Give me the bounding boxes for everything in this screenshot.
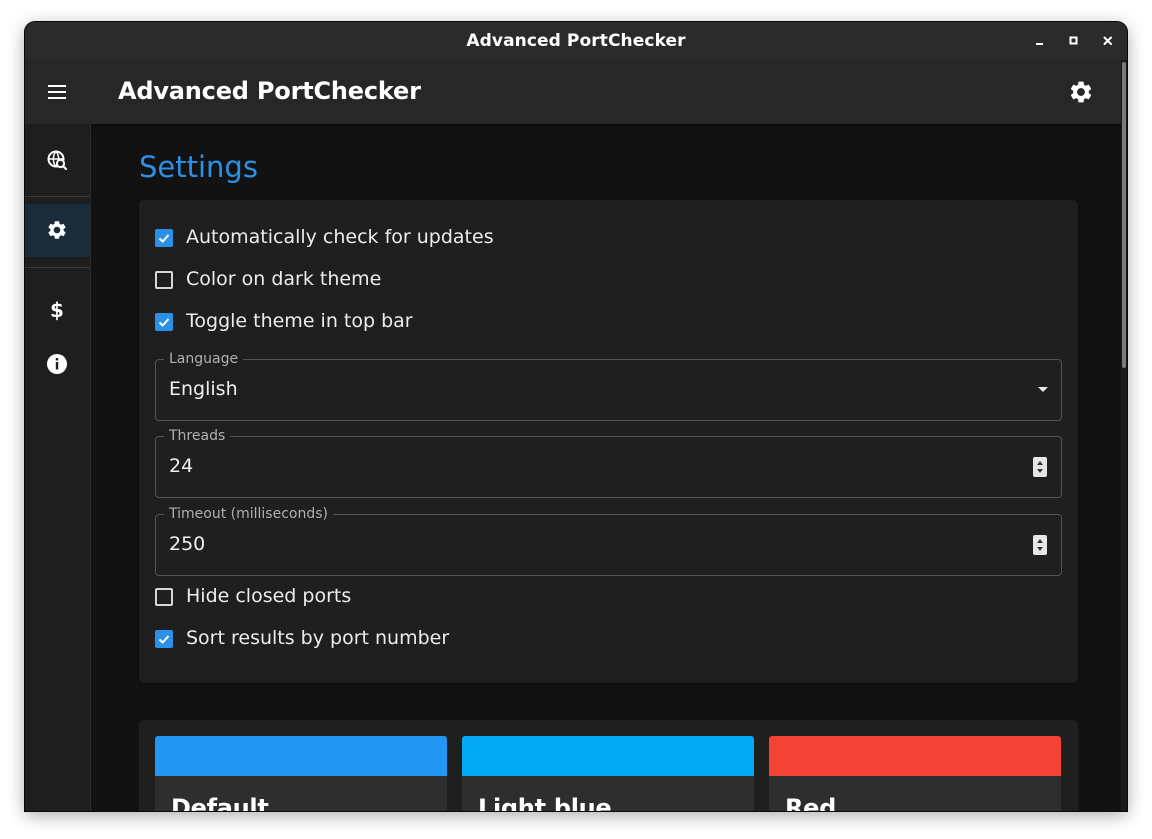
nav-item-donate[interactable]: $ xyxy=(25,284,90,337)
sort-results-checkbox[interactable] xyxy=(155,630,173,648)
menu-button[interactable] xyxy=(46,81,68,103)
spin-up-icon xyxy=(1037,539,1043,543)
timeout-value: 250 xyxy=(169,533,206,555)
check-icon xyxy=(158,635,170,644)
toggle-theme-checkbox[interactable] xyxy=(155,313,173,331)
page-title: Settings xyxy=(139,150,258,184)
color-dark-label: Color on dark theme xyxy=(186,268,382,290)
nav-item-about[interactable] xyxy=(25,338,90,391)
spin-up-icon xyxy=(1037,461,1043,465)
theme-swatch xyxy=(769,736,1061,776)
language-value: English xyxy=(169,378,238,400)
timeout-spinner[interactable] xyxy=(1033,535,1047,555)
spin-down-icon xyxy=(1037,469,1043,473)
minimize-button[interactable] xyxy=(1032,33,1048,49)
scrollbar[interactable] xyxy=(1121,60,1127,811)
themes-panel: Default Light blue Red xyxy=(139,720,1078,811)
close-icon xyxy=(1103,36,1112,45)
minimize-icon xyxy=(1036,43,1043,45)
toggle-theme-label: Toggle theme in top bar xyxy=(186,310,413,332)
theme-name: Red xyxy=(785,794,837,811)
nav-item-settings[interactable] xyxy=(25,204,90,257)
gear-icon xyxy=(48,221,66,239)
hamburger-icon xyxy=(48,85,66,99)
threads-input[interactable]: Threads 24 xyxy=(155,427,1062,498)
sort-results-label: Sort results by port number xyxy=(186,627,450,649)
nav-divider xyxy=(25,196,90,197)
nav-item-scan[interactable] xyxy=(25,134,90,187)
check-icon xyxy=(158,234,170,243)
nav-drawer: $ xyxy=(25,124,91,811)
app-bar: Advanced PortChecker xyxy=(25,60,1121,124)
color-dark-checkbox[interactable] xyxy=(155,271,173,289)
settings-card: Automatically check for updates Color on… xyxy=(139,200,1078,683)
dollar-icon: $ xyxy=(50,299,64,321)
info-icon xyxy=(47,354,67,374)
maximize-icon xyxy=(1069,36,1078,45)
theme-card-default[interactable]: Default xyxy=(155,736,447,811)
window-titlebar[interactable]: Advanced PortChecker xyxy=(25,22,1127,61)
theme-swatch xyxy=(462,736,754,776)
spin-down-icon xyxy=(1037,547,1043,551)
timeout-input[interactable]: Timeout (milliseconds) 250 xyxy=(155,505,1062,576)
theme-card-red[interactable]: Red xyxy=(769,736,1061,811)
threads-value: 24 xyxy=(169,455,194,477)
app-title: Advanced PortChecker xyxy=(118,77,421,105)
check-icon xyxy=(158,318,170,327)
app-window: Advanced PortChecker Advanced PortChecke… xyxy=(25,22,1127,811)
auto-update-checkbox[interactable] xyxy=(155,229,173,247)
gear-icon xyxy=(1070,81,1092,103)
close-button[interactable] xyxy=(1100,33,1116,49)
appbar-settings-button[interactable] xyxy=(1068,79,1094,105)
scrollbar-thumb[interactable] xyxy=(1122,62,1126,368)
threads-spinner[interactable] xyxy=(1033,457,1047,477)
globe-search-icon xyxy=(47,150,68,171)
theme-swatch xyxy=(155,736,447,776)
svg-text:$: $ xyxy=(50,299,64,321)
maximize-button[interactable] xyxy=(1066,33,1082,49)
nav-divider xyxy=(25,267,90,268)
hide-closed-checkbox[interactable] xyxy=(155,588,173,606)
hide-closed-label: Hide closed ports xyxy=(186,585,352,607)
dropdown-arrow-icon xyxy=(1038,387,1048,392)
settings-page: Settings Automatically check for updates… xyxy=(91,124,1121,811)
theme-name: Default xyxy=(171,794,269,811)
window-title: Advanced PortChecker xyxy=(466,31,686,51)
auto-update-label: Automatically check for updates xyxy=(186,226,494,248)
theme-card-light-blue[interactable]: Light blue xyxy=(462,736,754,811)
theme-name: Light blue xyxy=(478,794,612,811)
language-select[interactable]: Language English xyxy=(155,350,1062,421)
